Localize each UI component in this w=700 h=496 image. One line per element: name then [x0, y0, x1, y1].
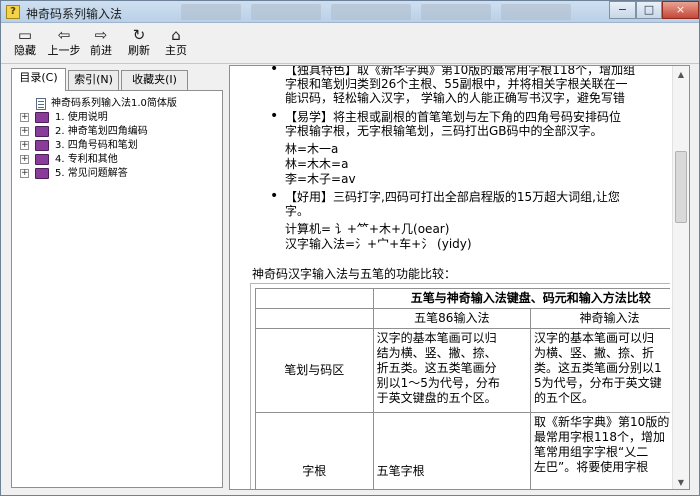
example-line: 李=木子=av	[285, 172, 356, 186]
navigation-pane: 目录(C) 索引(N) 收藏夹(I) 神奇码系列输入法1.0简体版 + 1. 使…	[11, 68, 223, 488]
feature-line: 【易学】将主根或副根的首笔笔划与左下角的四角号码安排码位	[285, 110, 622, 124]
row-label-strokes: 笔划与码区	[255, 328, 374, 413]
cell-wubi-roots: 五笔字根	[372, 412, 532, 489]
book-icon	[35, 154, 49, 165]
vertical-scrollbar[interactable]: ▲ ▼	[672, 66, 689, 489]
col-header-shenqi: 神奇输入法	[530, 308, 670, 329]
topic-content-pane[interactable]: • 【独具特色】取《新华字典》第10版的最常用字根118个，增加组 字根和笔划归…	[229, 65, 690, 490]
home-button[interactable]: ⌂ 主页	[156, 26, 196, 62]
book-icon	[35, 168, 49, 179]
comparison-table: 五笔与神奇输入法键盘、码元和输入方法比较 五笔86输入法 神奇输入法 笔划与码区…	[255, 288, 670, 489]
close-button[interactable]: ×	[662, 1, 699, 19]
forward-arrow-icon: ⇨	[94, 26, 108, 44]
expand-icon[interactable]: +	[20, 127, 29, 136]
feature-line: 字。	[285, 204, 310, 218]
expand-icon[interactable]: +	[20, 155, 29, 164]
cell-wubi-strokes: 汉字的基本笔画可以归 结为横、竖、撇、捺、 折五类。这五类笔画分 别以1～5为代…	[372, 328, 532, 413]
forward-label: 前进	[90, 44, 112, 57]
cell-line: 左巴”。将要使用字根	[534, 460, 649, 474]
tree-item-label: 1. 使用说明	[55, 112, 108, 123]
refresh-button[interactable]: ↻ 刷新	[119, 26, 159, 62]
comparison-table-frame: 五笔与神奇输入法键盘、码元和输入方法比较 五笔86输入法 神奇输入法 笔划与码区…	[250, 283, 670, 489]
cell-shenqi-strokes: 汉字的基本笔画可以归 为横、竖、撇、捺、折 类。这五类笔画分别以1 5为代号，分…	[530, 328, 670, 413]
page-icon	[36, 98, 46, 110]
cell-line: 5为代号，分布于英文键	[534, 376, 662, 390]
cell-line: 取《新华字典》第10版的	[534, 415, 670, 429]
feature-line: 【独具特色】取《新华字典》第10版的最常用字根118个，增加组	[285, 66, 636, 77]
tree-item-label: 神奇码系列输入法1.0简体版	[51, 98, 177, 109]
contents-tree: 神奇码系列输入法1.0简体版 + 1. 使用说明 + 2. 神奇笔划四角编码 +…	[11, 90, 223, 488]
table-empty-cell	[255, 308, 374, 329]
tab-index[interactable]: 索引(N)	[68, 70, 119, 90]
expand-icon[interactable]: +	[20, 113, 29, 122]
example-line: 林=木木=a	[285, 157, 349, 171]
minimize-button[interactable]: −	[609, 1, 636, 19]
cell-line: 于英文键盘的五个区。	[376, 391, 497, 405]
cell-line: 最常用字根118个，增加	[534, 430, 665, 444]
table-corner-cell	[255, 288, 374, 309]
help-toolbar: ▭ 隐藏 ⇦ 上一步 ⇨ 前进 ↻ 刷新 ⌂ 主页	[1, 24, 699, 64]
cell-line: 笔常用组字字根“乂二	[534, 445, 649, 459]
refresh-icon: ↻	[132, 26, 146, 44]
background-taskbar-blur	[181, 4, 581, 20]
scroll-down-icon[interactable]: ▼	[673, 474, 689, 489]
cell-line: 结为横、竖、撇、捺、	[376, 346, 497, 360]
hide-icon: ▭	[17, 26, 33, 44]
row-label-roots: 字根	[255, 412, 374, 489]
help-app-icon: ?	[6, 5, 20, 19]
cell-line: 类。这五类笔画分别以1	[534, 361, 662, 375]
tree-item-label: 2. 神奇笔划四角编码	[55, 126, 148, 137]
home-label: 主页	[165, 44, 187, 57]
book-icon	[35, 140, 49, 151]
cell-line: 别以1～5为代号，分布	[376, 376, 500, 390]
back-arrow-icon: ⇦	[57, 26, 71, 44]
tree-item-label: 3. 四角号码和笔划	[55, 140, 138, 151]
title-bar[interactable]: ? 神奇码系列输入法 − □ ×	[1, 1, 699, 23]
col-header-wubi: 五笔86输入法	[372, 308, 532, 329]
tab-contents[interactable]: 目录(C)	[11, 68, 66, 91]
forward-button[interactable]: ⇨ 前进	[81, 26, 121, 62]
refresh-label: 刷新	[128, 44, 150, 57]
feature-line: 字根输字根，无字根输笔划，三码打出GB码中的全部汉字。	[285, 124, 603, 138]
cell-line: 折五类。这五类笔画分	[376, 361, 497, 375]
back-button[interactable]: ⇦ 上一步	[44, 26, 84, 62]
hide-button[interactable]: ▭ 隐藏	[5, 26, 45, 62]
bullet: •	[270, 108, 279, 124]
home-icon: ⌂	[171, 26, 181, 44]
cell-shenqi-roots: 取《新华字典》第10版的 最常用字根118个，增加 笔常用组字字根“乂二 左巴”…	[530, 412, 670, 489]
feature-line: 【好用】三码打字,四码可打出全部启程版的15万超大词组,让您	[285, 190, 620, 204]
example-line: 计算机= 讠+⺮+木+几(oear)	[285, 222, 450, 236]
feature-line: 字根和笔划归类到26个主根、55副根中，并将相关字根关联在一	[285, 77, 628, 91]
cell-line: 为横、竖、撇、捺、折	[534, 346, 655, 360]
tree-item-label: 5. 常见问题解答	[55, 168, 128, 179]
bullet: •	[270, 188, 279, 204]
cell-line: 汉字的基本笔画可以归	[534, 331, 655, 345]
example-line: 林=木一a	[285, 142, 339, 156]
bullet: •	[270, 66, 279, 77]
hide-label: 隐藏	[14, 44, 36, 57]
cell-line: 五笔字根	[376, 464, 425, 478]
expand-icon[interactable]: +	[20, 141, 29, 150]
topic-document: • 【独具特色】取《新华字典》第10版的最常用字根118个，增加组 字根和笔划归…	[230, 66, 670, 489]
back-label: 上一步	[47, 44, 81, 57]
example-line: 汉字输入法=氵+宀+车+氵 (yidy)	[285, 237, 472, 251]
scroll-up-icon[interactable]: ▲	[673, 66, 689, 83]
table-title-cell: 五笔与神奇输入法键盘、码元和输入方法比较	[372, 288, 670, 309]
feature-line: 能识码，轻松输入汉字， 学输入的人能正确写书汉字，避免写错	[285, 91, 625, 105]
book-icon	[35, 126, 49, 137]
help-window: ? 神奇码系列输入法 − □ × ▭ 隐藏 ⇦ 上一步 ⇨ 前进 ↻ 刷新 ⌂ …	[0, 0, 700, 496]
window-title: 神奇码系列输入法	[26, 7, 123, 21]
section-title: 神奇码汉字输入法与五笔的功能比较：	[252, 267, 457, 281]
tree-item-label: 4. 专利和其他	[55, 154, 118, 165]
maximize-button[interactable]: □	[636, 1, 662, 19]
cell-line: 的五个区。	[534, 391, 595, 405]
cell-line: 汉字的基本笔画可以归	[376, 331, 497, 345]
scroll-thumb[interactable]	[675, 151, 687, 223]
expand-icon[interactable]: +	[20, 169, 29, 178]
tab-favorites[interactable]: 收藏夹(I)	[121, 70, 188, 90]
nav-tabstrip: 目录(C) 索引(N) 收藏夹(I)	[11, 68, 223, 91]
book-icon	[35, 112, 49, 123]
